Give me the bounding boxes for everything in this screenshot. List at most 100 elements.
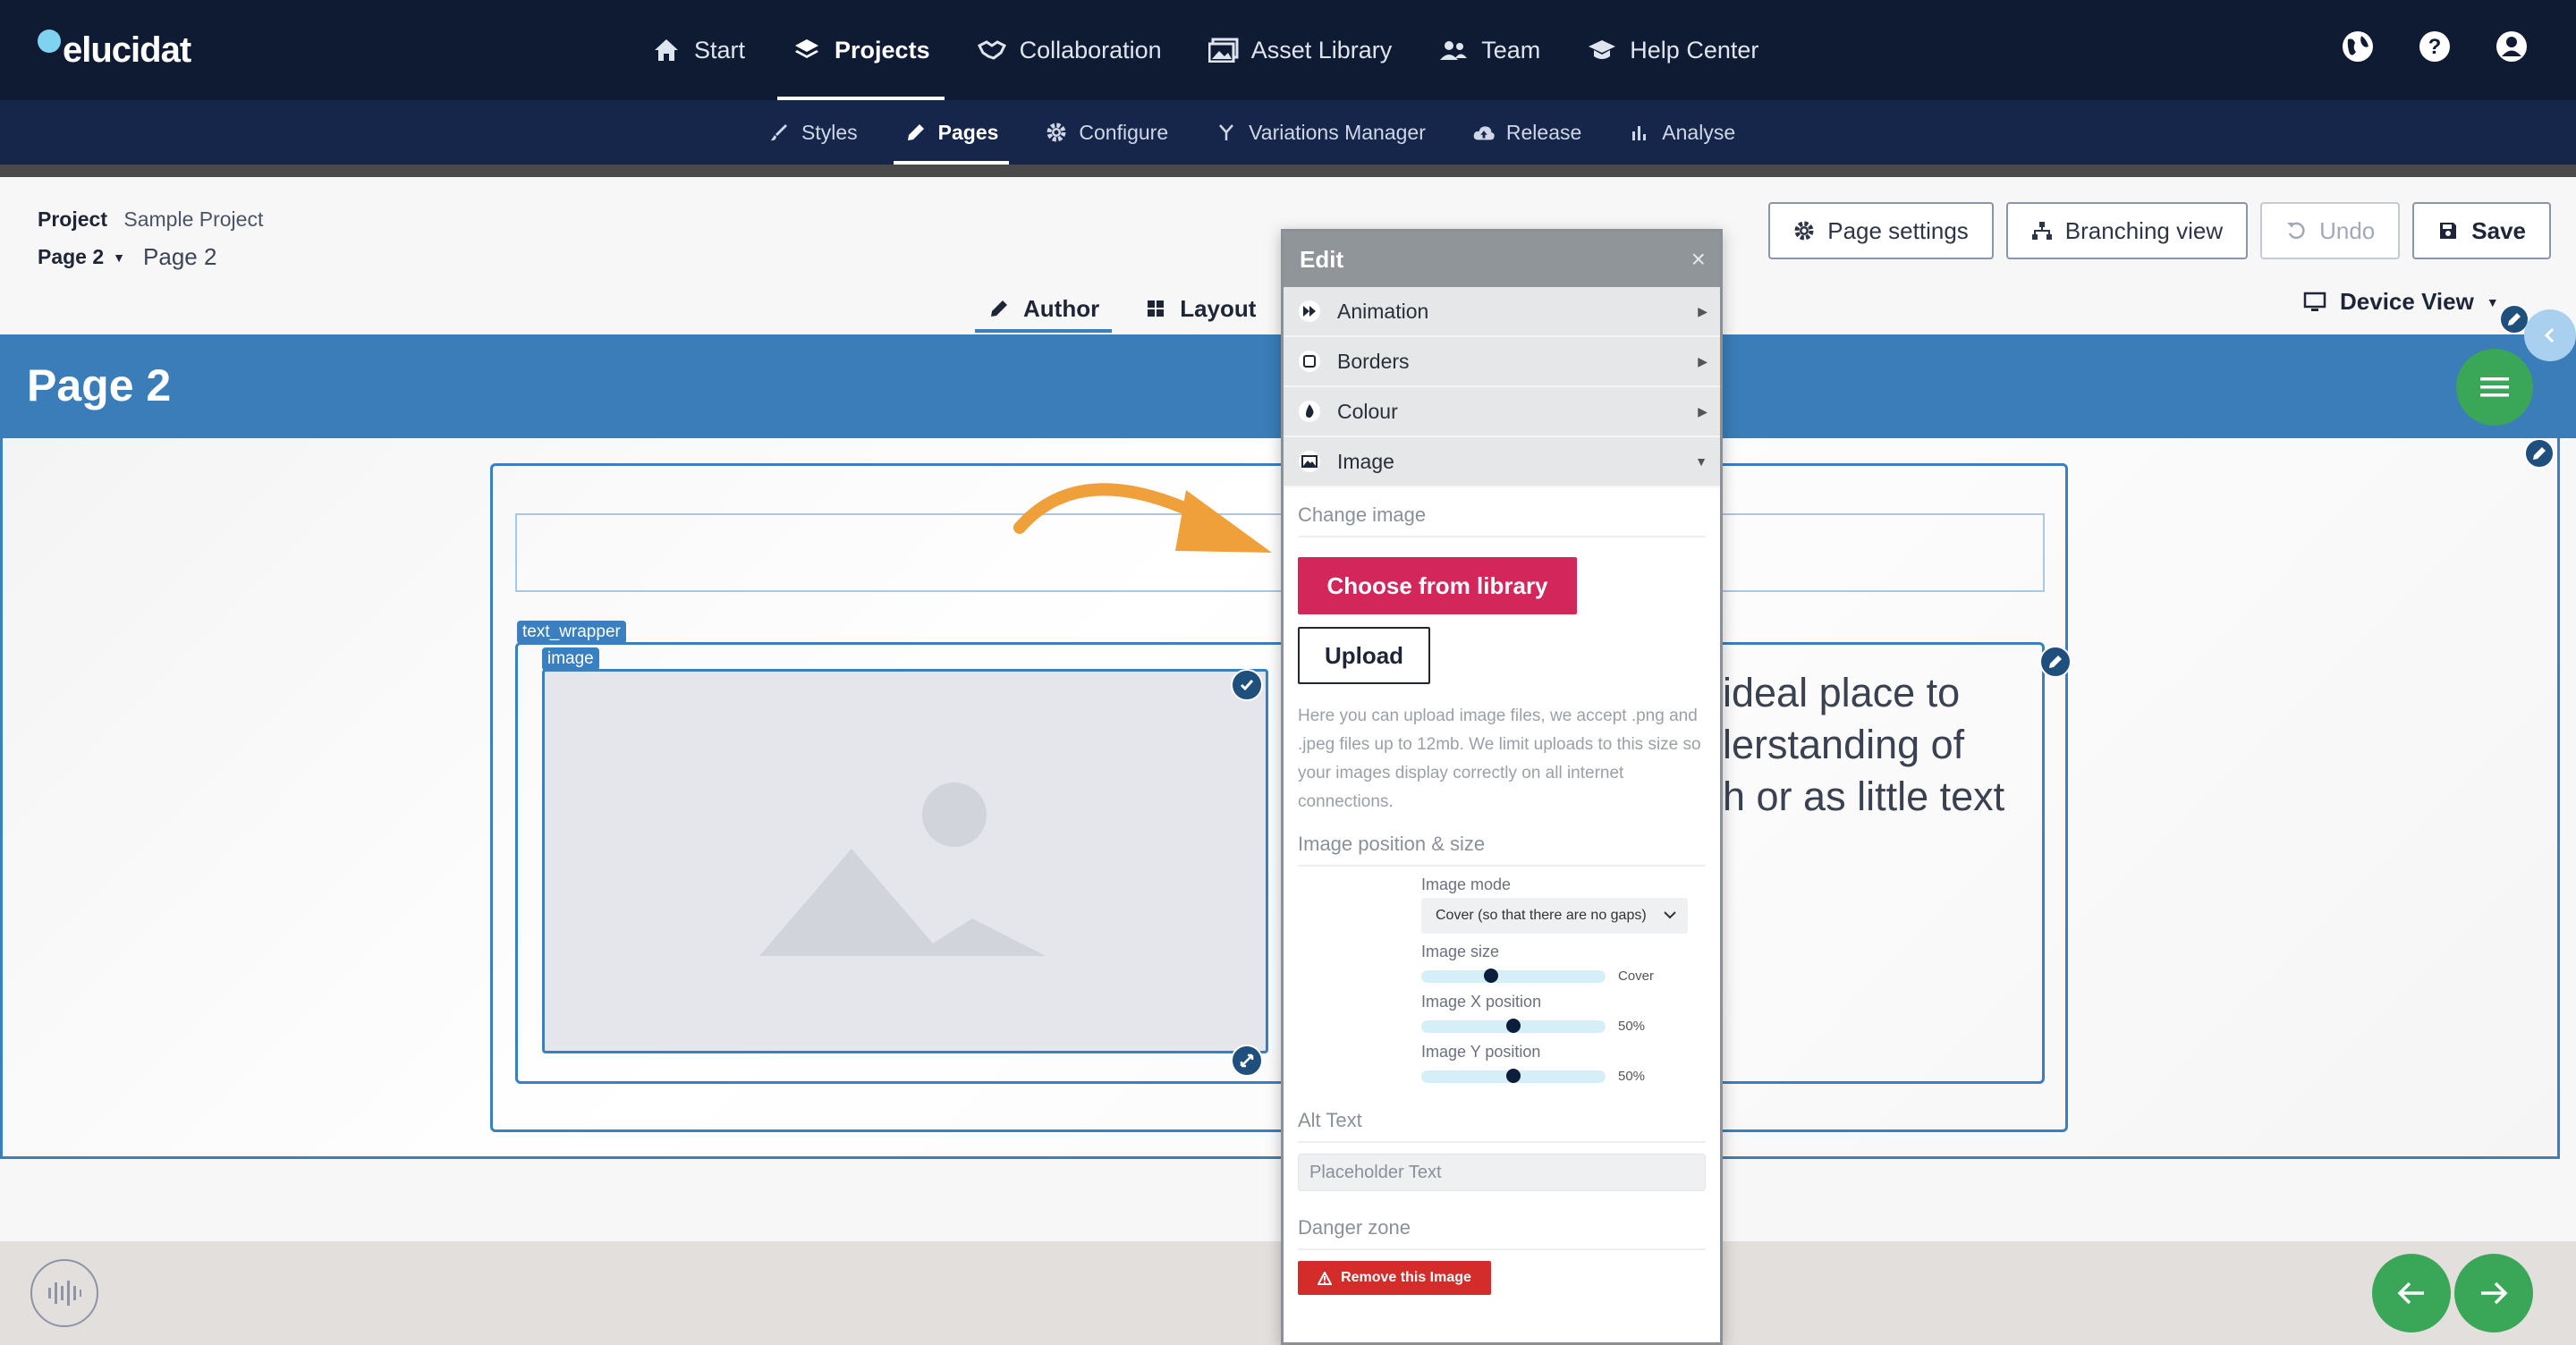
elucidat-logo[interactable]: elucidat [38, 25, 191, 75]
globe-icon[interactable] [2338, 27, 2377, 66]
upload-button[interactable]: Upload [1298, 627, 1430, 684]
next-page-button[interactable] [2454, 1254, 2533, 1332]
toolbar-divider [0, 165, 2576, 177]
page-title[interactable]: Page 2 [27, 360, 171, 411]
undo-button[interactable]: Undo [2260, 202, 2401, 259]
image-tag[interactable]: image [542, 647, 599, 671]
edit-panel-title: Edit [1300, 245, 1344, 273]
previous-page-button[interactable] [2372, 1254, 2451, 1332]
floppy-disk-icon [2437, 220, 2459, 241]
page-select[interactable]: Page 2 [38, 245, 104, 269]
nav-help-center[interactable]: Help Center [1572, 0, 1773, 100]
arrow-right-icon [2481, 1282, 2508, 1305]
tab-author[interactable]: Author [975, 284, 1113, 333]
chevron-down-icon[interactable]: ▼ [113, 250, 125, 265]
subnav-release[interactable]: Release [1462, 100, 1592, 165]
image-y-slider-thumb[interactable] [1506, 1068, 1521, 1083]
chevron-right-icon: ▶ [1698, 403, 1707, 419]
subnav-analyse[interactable]: Analyse [1617, 100, 1746, 165]
edit-canvas-pencil-icon[interactable] [2524, 438, 2555, 469]
remove-image-button[interactable]: Remove this Image [1298, 1261, 1491, 1295]
subnav-release-label: Release [1505, 120, 1582, 144]
image-y-slider-row: 50% [1421, 1068, 1720, 1084]
chevron-down-icon [1663, 908, 1677, 924]
body-text[interactable]: ideal place to lerstanding of h or as li… [1723, 667, 2004, 823]
subnav-variations-label: Variations Manager [1249, 120, 1426, 144]
image-x-value: 50% [1618, 1019, 1646, 1034]
square-icon [1298, 350, 1321, 373]
logo-dot [38, 30, 61, 53]
nav-collaboration[interactable]: Collaboration [962, 0, 1176, 100]
nav-start-label: Start [694, 36, 746, 63]
tab-layout[interactable]: Layout [1131, 284, 1268, 333]
edit-panel: Edit × Animation ▶ Borders ▶ Colour ▶ Im… [1281, 229, 1723, 1345]
image-y-label: Image Y position [1421, 1043, 1541, 1061]
top-navigation-bar: elucidat Start Projects Collaboration As… [0, 0, 2576, 100]
save-label: Save [2471, 216, 2526, 244]
arrow-left-icon [2397, 1282, 2424, 1305]
image-placeholder[interactable] [542, 669, 1268, 1053]
project-info: Project Sample Project [38, 207, 263, 232]
edit-text-pencil-icon[interactable] [2039, 646, 2072, 678]
text-wrapper-tag[interactable]: text_wrapper [517, 621, 626, 644]
branching-view-button[interactable]: Branching view [2005, 202, 2249, 259]
nav-help-center-label: Help Center [1630, 36, 1759, 63]
subnav-configure[interactable]: Configure [1034, 100, 1179, 165]
project-label: Project [38, 207, 107, 231]
image-x-slider-thumb[interactable] [1506, 1018, 1521, 1033]
help-icon[interactable]: ? [2415, 27, 2454, 66]
nav-team[interactable]: Team [1424, 0, 1555, 100]
resize-icon[interactable] [1231, 1045, 1263, 1077]
danger-zone-heading: Danger zone [1298, 1216, 1706, 1250]
images-icon [1208, 35, 1239, 65]
image-size-slider[interactable] [1421, 968, 1606, 983]
chevron-down-icon: ▼ [2486, 294, 2499, 309]
alt-text-input[interactable]: Placeholder Text [1298, 1154, 1706, 1191]
branch-icon [1215, 121, 1238, 144]
check-icon[interactable] [1231, 669, 1263, 701]
main-nav: Start Projects Collaboration Asset Libra… [637, 0, 1791, 100]
nav-start[interactable]: Start [637, 0, 759, 100]
page-settings-button[interactable]: Page settings [1768, 202, 1994, 259]
subnav-styles-label: Styles [801, 120, 858, 144]
branching-view-label: Branching view [2064, 216, 2224, 244]
brush-icon [767, 121, 791, 144]
bar-chart-icon [1628, 121, 1651, 144]
subnav-styles[interactable]: Styles [757, 100, 869, 165]
choose-from-library-button[interactable]: Choose from library [1298, 557, 1577, 614]
subnav-analyse-label: Analyse [1662, 120, 1736, 144]
subnav-variations-manager[interactable]: Variations Manager [1204, 100, 1436, 165]
accordion-colour[interactable]: Colour ▶ [1284, 387, 1720, 437]
nav-projects[interactable]: Projects [777, 0, 945, 100]
cloud-upload-icon [1472, 121, 1496, 144]
subnav-pages[interactable]: Pages [893, 100, 1010, 165]
image-x-slider[interactable] [1421, 1018, 1606, 1033]
accordion-image-label: Image [1337, 449, 1394, 473]
image-size-slider-thumb[interactable] [1484, 968, 1498, 983]
nav-asset-library[interactable]: Asset Library [1194, 0, 1407, 100]
handshake-icon [977, 35, 1007, 65]
user-icon[interactable] [2492, 27, 2531, 66]
project-name[interactable]: Sample Project [123, 207, 263, 231]
audio-button[interactable] [30, 1259, 98, 1327]
save-button[interactable]: Save [2412, 202, 2551, 259]
accordion-borders-label: Borders [1337, 349, 1410, 373]
collapse-side-panel-button[interactable] [2524, 309, 2576, 361]
device-view-select[interactable]: Device View ▼ [2302, 288, 2499, 316]
image-x-slider-row: 50% [1421, 1018, 1720, 1034]
droplet-icon [1298, 400, 1321, 423]
accordion-animation[interactable]: Animation ▶ [1284, 287, 1720, 337]
image-mode-select[interactable]: Cover (so that there are no gaps) [1421, 898, 1688, 934]
image-y-slider[interactable] [1421, 1068, 1606, 1083]
hamburger-menu-button[interactable] [2456, 349, 2533, 426]
mode-tabs: Author Layout [975, 284, 1288, 333]
image-mode-label: Image mode [1421, 876, 1512, 893]
warning-icon [1318, 1271, 1333, 1285]
nav-asset-library-label: Asset Library [1250, 36, 1393, 63]
accordion-borders[interactable]: Borders ▶ [1284, 337, 1720, 387]
page-name: Page 2 [143, 243, 217, 270]
tab-layout-label: Layout [1180, 294, 1257, 322]
close-icon[interactable]: × [1691, 245, 1706, 274]
accordion-image[interactable]: Image ▼ [1284, 437, 1720, 487]
device-view-label: Device View [2340, 288, 2474, 315]
